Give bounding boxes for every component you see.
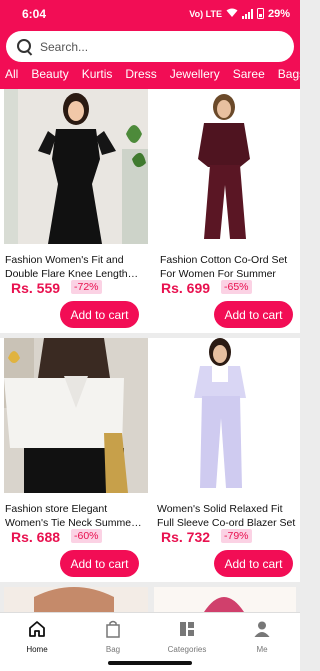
battery-level: 29%: [267, 7, 290, 20]
nav-categories-label: Categories: [167, 645, 207, 654]
status-icons: Vo) LTE 29%: [189, 8, 290, 20]
status-time: 6:04: [22, 6, 47, 21]
system-home-indicator[interactable]: [108, 661, 192, 665]
search-icon[interactable]: [16, 38, 34, 56]
product-price: Rs. 732: [161, 529, 211, 545]
product-image[interactable]: [154, 89, 296, 244]
add-to-cart-button[interactable]: Add to cart: [60, 301, 139, 328]
discount-badge: -79%: [221, 529, 252, 543]
product-card[interactable]: Fashion Cotton Co-Ord Set For Women For …: [150, 89, 300, 333]
tab-jewellery[interactable]: Jewellery: [164, 67, 220, 83]
product-card[interactable]: Women's Solid Relaxed Fit Full Sleeve Co…: [150, 338, 300, 582]
product-price: Rs. 699: [161, 280, 211, 296]
bag-icon: [103, 620, 123, 641]
nav-home[interactable]: Home: [2, 619, 72, 654]
nav-categories[interactable]: Categories: [152, 619, 222, 654]
tab-dress[interactable]: Dress: [119, 67, 156, 83]
product-title[interactable]: Women's Solid Relaxed Fit Full Sleeve Co…: [157, 502, 297, 530]
app-header: All Beauty Kurtis Dress Jewellery Saree …: [0, 27, 300, 89]
add-to-cart-button[interactable]: Add to cart: [214, 550, 293, 577]
signal-icon: [241, 8, 253, 19]
product-card[interactable]: [154, 587, 296, 612]
network-label: Vo) LTE: [189, 8, 222, 19]
nav-home-label: Home: [26, 645, 48, 654]
battery-icon: [256, 8, 264, 19]
profile-icon: [252, 621, 272, 641]
wifi-icon: [226, 8, 238, 20]
product-title[interactable]: Fashion store Elegant Women's Tie Neck S…: [5, 502, 145, 530]
search-bar[interactable]: [6, 31, 294, 62]
status-bar: 6:04 Vo) LTE 29%: [0, 0, 300, 27]
product-image[interactable]: [154, 338, 296, 493]
search-input[interactable]: [40, 39, 280, 54]
product-card[interactable]: Fashion Women's Fit and Double Flare Kne…: [0, 89, 150, 333]
home-icon: [27, 621, 47, 641]
product-title[interactable]: Fashion Women's Fit and Double Flare Kne…: [5, 253, 145, 281]
discount-badge: -65%: [221, 280, 252, 294]
tab-all[interactable]: All: [0, 67, 18, 83]
nav-bag-label: Bag: [105, 645, 121, 654]
tab-saree[interactable]: Saree: [227, 67, 265, 83]
product-price: Rs. 559: [11, 280, 61, 296]
tab-beauty[interactable]: Beauty: [25, 67, 68, 83]
product-card[interactable]: [4, 587, 148, 612]
tab-kurtis[interactable]: Kurtis: [76, 67, 113, 83]
nav-me-label: Me: [256, 645, 268, 654]
product-price: Rs. 688: [11, 529, 61, 545]
product-title[interactable]: Fashion Cotton Co-Ord Set For Women For …: [160, 253, 300, 281]
product-image[interactable]: [4, 89, 148, 244]
tab-bags[interactable]: Bags: [272, 67, 300, 83]
category-tabs: All Beauty Kurtis Dress Jewellery Saree …: [0, 67, 300, 83]
product-image[interactable]: [4, 338, 148, 493]
categories-icon: [177, 622, 197, 641]
discount-badge: -60%: [71, 529, 102, 543]
add-to-cart-button[interactable]: Add to cart: [60, 550, 139, 577]
nav-bag[interactable]: Bag: [78, 619, 148, 654]
add-to-cart-button[interactable]: Add to cart: [214, 301, 293, 328]
discount-badge: -72%: [71, 280, 102, 294]
product-card[interactable]: Fashion store Elegant Women's Tie Neck S…: [0, 338, 150, 582]
nav-me[interactable]: Me: [227, 619, 297, 654]
